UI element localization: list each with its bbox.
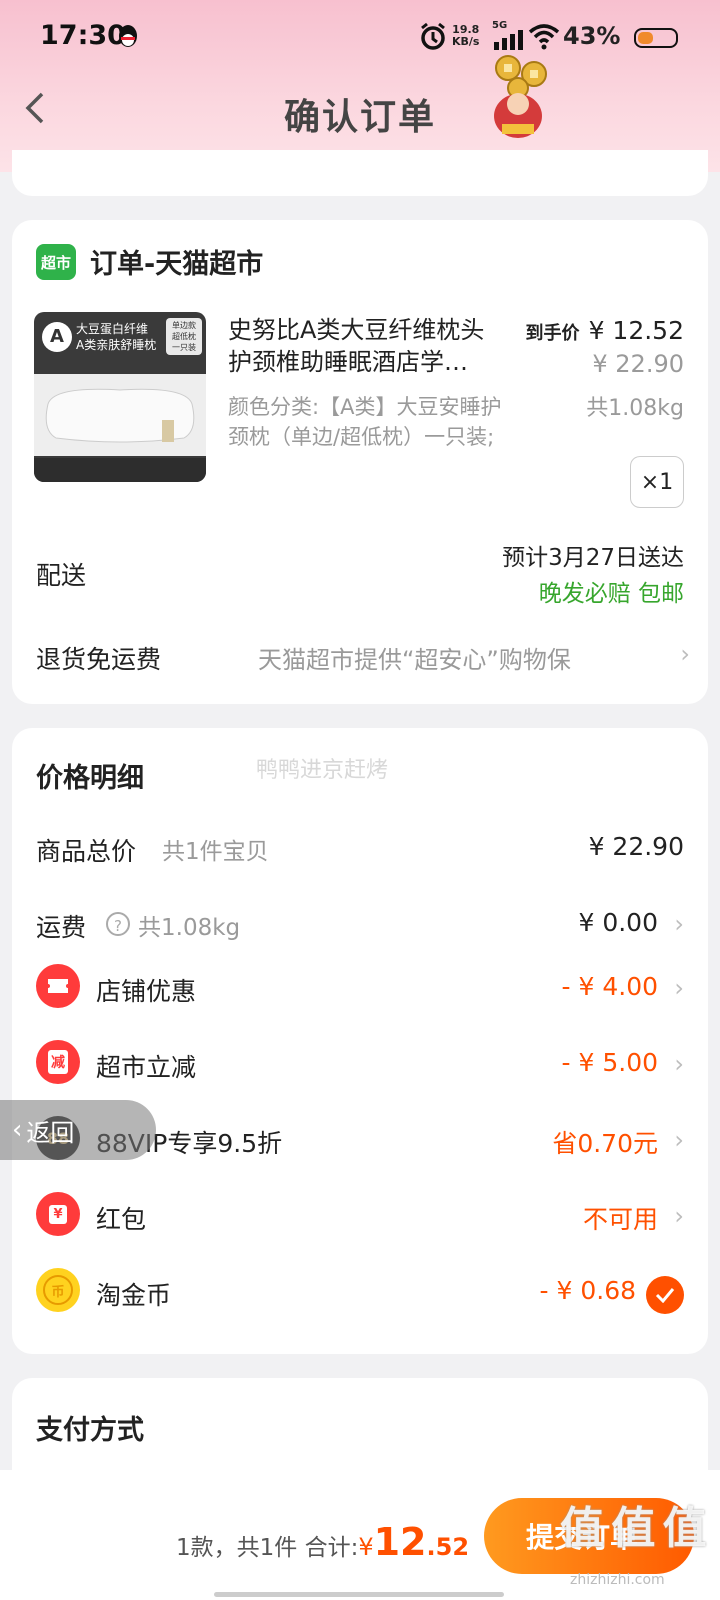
shipping-sub: 共1.08kg [138,915,241,941]
price-label: 到手价 [525,323,580,344]
chevron-left-icon: ‹ [12,1115,23,1145]
product-thumb-sub: A类亲肤舒睡枕 [76,338,157,352]
address-card[interactable] [12,150,708,196]
product-name-line: 史努比A类大豆纤维枕头 [228,316,485,344]
goods-total-value: ¥ 22.90 [588,832,684,861]
site-watermark-url: zhizhizhi.com [570,1572,665,1588]
coins-label: 淘金币 [96,1281,172,1310]
net-speed-unit: KB/s [452,35,480,48]
market-cut-value: - ¥ 5.00 [561,1048,658,1077]
market-cut-label: 超市立减 [96,1053,197,1082]
product-weight: 共1.08kg [586,396,684,421]
product-image[interactable]: A 大豆蛋白纤维 A类亲肤舒睡枕 单边款 超低枕 一只装 [34,312,206,482]
store-title: 订单-天猫超市 [90,249,264,280]
product-thumb-tag: 一只装 [172,343,196,352]
shop-discount-value: - ¥ 4.00 [561,972,658,1001]
shipping-row[interactable]: 运费 ? 共1.08kg ¥ 0.00 › [36,908,684,948]
help-icon[interactable]: ? [106,912,130,936]
coupon-icon [36,964,80,1008]
delivery-eta[interactable]: 预计3月27日送达 [502,538,684,572]
red-packet-label: 红包 [96,1205,147,1234]
red-packet-icon: ¥ [36,1192,80,1236]
battery-icon [634,28,678,48]
chevron-right-icon: › [674,910,684,938]
site-watermark: 值 值 值 [560,1503,707,1554]
product-grade-badge: A [42,322,72,352]
goods-total-label: 商品总价 [36,837,137,866]
delivery-label: 配送 [36,561,87,590]
product-thumb-title: 大豆蛋白纤维 [76,322,149,336]
gold-coin-icon-text: 币 [43,1275,73,1305]
reduce-icon: 减 [36,1040,80,1084]
coins-row[interactable]: 淘金币 - ¥ 0.68 [96,1276,684,1316]
total-decimal: .52 [426,1533,470,1561]
shipping-label: 运费 [36,913,87,942]
product-thumb-tag: 单边款 [172,321,196,330]
price-detail-title: 价格明细 [36,763,144,794]
pillow-illustration [34,374,206,456]
product-thumb-footer [34,458,206,482]
order-card: 超市 订单-天猫超市 A 大豆蛋白纤维 A类亲肤舒睡枕 单边款 超低枕 一只装 … [12,220,708,704]
battery-text: 43% [563,22,621,50]
chevron-right-icon: › [674,1126,684,1154]
market-cut-row[interactable]: 超市立减 - ¥ 5.00 › [96,1048,684,1088]
fortune-figure-decoration [482,54,556,144]
signal-icon [494,30,524,50]
watermark-text: 鸭鸭进京赶烤 [256,758,389,783]
shop-discount-label: 店铺优惠 [96,977,197,1006]
vip-row[interactable]: 88VIP专享9.5折 省0.70元 › [96,1124,684,1164]
red-packet-icon-text: ¥ [49,1204,67,1224]
home-indicator[interactable] [214,1592,504,1597]
net-speed: 19.8 KB/s [452,24,479,48]
product-spec-line: 颜色分类:【A类】大豆安睡护 [228,395,502,419]
qq-icon [116,24,140,50]
vip-value: 省0.70元 [552,1129,658,1158]
wifi-icon [528,22,560,50]
total-integer: 12 [373,1520,427,1564]
alarm-icon [418,22,448,52]
total-currency: ¥ [358,1533,374,1561]
return-info[interactable]: 天猫超市提供“超安心”购物保 [258,640,571,675]
store-badge: 超市 [36,244,76,280]
coins-value: - ¥ 0.68 [539,1276,636,1305]
red-packet-row[interactable]: 红包 不可用 › [96,1200,684,1240]
payment-title: 支付方式 [36,1415,144,1446]
status-time: 17:30 [40,20,126,51]
quantity-stepper[interactable]: ×1 [630,456,684,508]
page-title: 确认订单 [283,97,436,138]
battery-fill [638,32,653,44]
chevron-right-icon: › [674,974,684,1002]
order-summary: 1款，共1件 合计:¥12.52 [176,1520,469,1564]
floating-back-label: 返回 [26,1118,75,1147]
bottom-bar: 1款，共1件 合计:¥12.52 提交订单 值 值 值 zhizhizhi.co… [0,1470,720,1600]
product-price: 到手价 ¥ 12.52 [525,316,684,345]
return-label: 退货免运费 [36,645,162,674]
price-value: ¥ 12.52 [588,316,684,345]
product-name[interactable]: 史努比A类大豆纤维枕头 护颈椎助睡眠酒店学… [228,314,484,378]
product-spec-line: 颈枕（单边/超低枕）一只装; [228,425,495,449]
order-summary-text: 1款，共1件 合计: [176,1535,359,1561]
delivery-guarantee: 晚发必赔 包邮 [538,581,684,607]
shipping-value: ¥ 0.00 [578,908,658,937]
price-detail-card: 价格明细 鸭鸭进京赶烤 商品总价 共1件宝贝 ¥ 22.90 运费 ? 共1.0… [12,728,708,1354]
header: 17:30 19.8 KB/s 5G 43% 确认订单 [0,0,720,172]
checkmark-icon[interactable] [646,1276,684,1314]
product-thumb-tags: 单边款 超低枕 一只装 [166,318,202,355]
product-spec[interactable]: 颜色分类:【A类】大豆安睡护 颈枕（单边/超低枕）一只装; [228,392,501,452]
red-packet-value: 不可用 [582,1205,658,1234]
chevron-right-icon: › [680,640,690,668]
floating-back-button[interactable]: ‹ 返回 [0,1100,156,1160]
chevron-right-icon: › [674,1050,684,1078]
goods-total-row: 商品总价 共1件宝贝 ¥ 22.90 [36,832,684,872]
original-price: ¥ 22.90 [592,350,684,378]
product-thumb-tag: 超低枕 [172,332,196,341]
reduce-icon-text: 减 [48,1050,68,1074]
shop-discount-row[interactable]: 店铺优惠 - ¥ 4.00 › [96,972,684,1012]
product-name-line: 护颈椎助睡眠酒店学… [228,348,468,376]
gold-coin-icon: 币 [36,1268,80,1312]
goods-total-sub: 共1件宝贝 [162,839,269,865]
chevron-right-icon: › [674,1202,684,1230]
